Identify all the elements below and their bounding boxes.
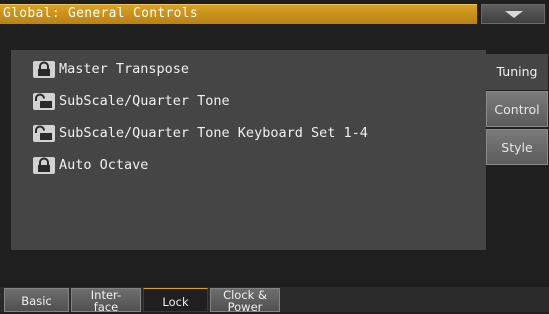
padlock-closed-icon[interactable] <box>33 61 55 78</box>
padlock-open-icon[interactable] <box>33 125 55 142</box>
tab-basic[interactable]: Basic <box>4 288 69 312</box>
lock-label: SubScale/Quarter Tone Keyboard Set 1-4 <box>59 125 368 141</box>
tab-lock[interactable]: Lock <box>143 288 208 312</box>
tab-label-line2: Power <box>227 300 263 314</box>
tab-control[interactable]: Control <box>486 91 548 127</box>
tab-interface[interactable]: Inter- face <box>71 288 141 314</box>
tab-label: Lock <box>162 295 189 309</box>
padlock-closed-icon[interactable] <box>33 157 55 174</box>
lock-label: Master Transpose <box>59 61 190 77</box>
tab-label: Control <box>494 102 540 117</box>
page-menu-button[interactable] <box>481 4 545 24</box>
title-strip: Global: General Controls <box>0 4 477 24</box>
tab-label: Style <box>501 140 533 155</box>
lock-label: SubScale/Quarter Tone <box>59 93 230 109</box>
lock-row-subscale-quarter-tone[interactable]: SubScale/Quarter Tone <box>22 91 482 113</box>
tab-clock-power[interactable]: Clock & Power <box>210 288 280 314</box>
tab-style[interactable]: Style <box>486 129 548 165</box>
page-title: Global: General Controls <box>3 6 199 21</box>
lock-label: Auto Octave <box>59 157 149 173</box>
triangle-down-icon <box>505 11 523 18</box>
tab-label-line2: face <box>93 300 119 314</box>
lock-panel: Master Transpose SubScale/Quarter Tone S… <box>11 50 486 250</box>
title-bar: Global: General Controls <box>0 0 549 26</box>
lock-row-auto-octave[interactable]: Auto Octave <box>22 155 482 177</box>
tab-label: Tuning <box>496 64 538 79</box>
padlock-open-icon[interactable] <box>33 93 55 110</box>
lock-row-subscale-keyboard-set[interactable]: SubScale/Quarter Tone Keyboard Set 1-4 <box>22 123 482 145</box>
tab-label: Basic <box>21 294 52 308</box>
tab-tuning[interactable]: Tuning <box>486 54 548 90</box>
lock-row-master-transpose[interactable]: Master Transpose <box>22 59 482 81</box>
